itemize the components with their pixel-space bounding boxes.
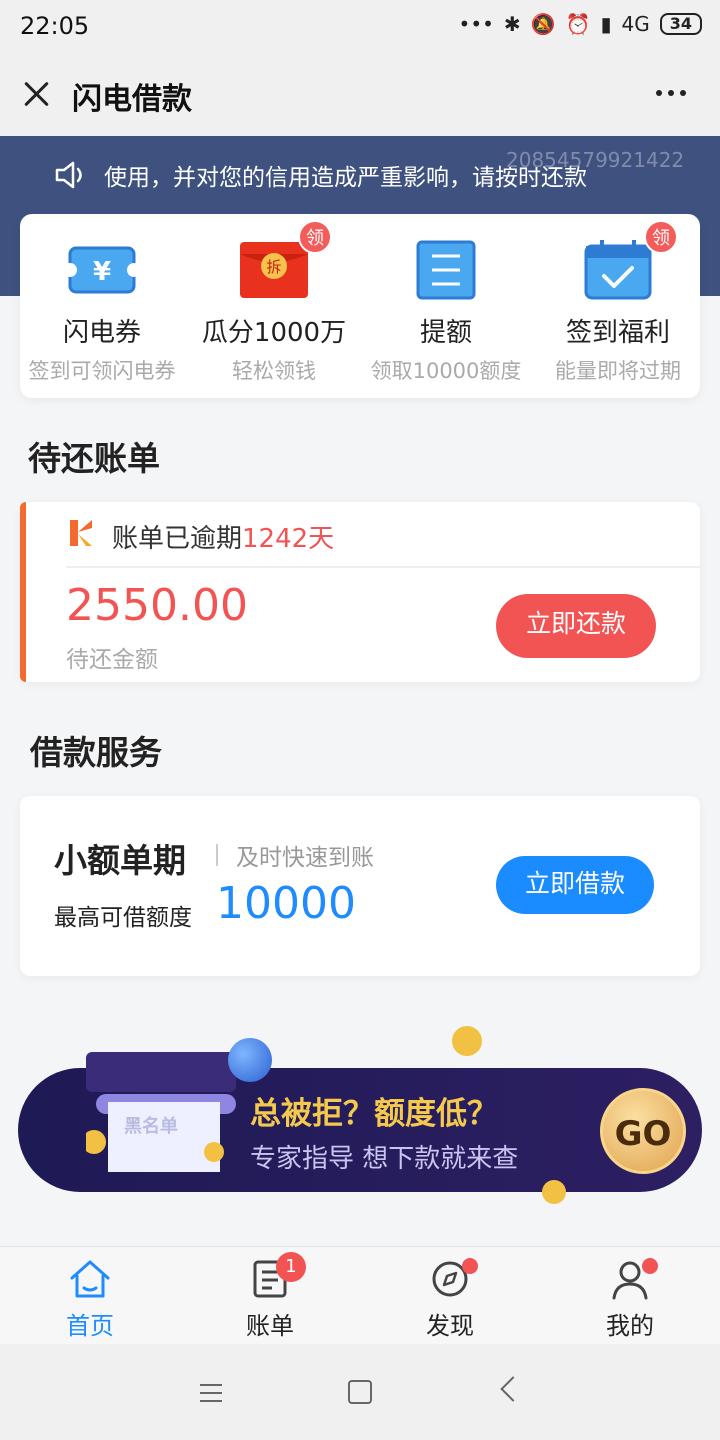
menu-icon[interactable] xyxy=(200,1384,222,1402)
feature-title: 提额 xyxy=(419,318,472,348)
feature-subtitle: 领取10000额度 xyxy=(370,359,522,383)
bill-amount: 2550.00 xyxy=(66,580,248,631)
alarm-icon: ⏰ xyxy=(565,12,591,36)
notification-dot xyxy=(642,1258,658,1274)
feature-red-envelope[interactable]: 拆 领 瓜分1000万 轻松领钱 xyxy=(184,220,364,385)
coin-icon xyxy=(452,1026,482,1056)
page-title: 闪电借款 xyxy=(72,82,192,117)
network-type: 4G xyxy=(621,12,650,36)
borrow-now-button[interactable]: 立即借款 xyxy=(496,856,654,914)
repay-now-button[interactable]: 立即还款 xyxy=(496,594,656,658)
serial-number: 20854579921422 xyxy=(506,148,685,172)
section-heading-bills: 待还账单 xyxy=(28,439,160,478)
svg-text:拆: 拆 xyxy=(266,258,281,276)
close-icon[interactable] xyxy=(20,78,52,110)
loan-limit: 10000 xyxy=(216,878,356,929)
loan-limit-label: 最高可借额度 xyxy=(54,905,192,931)
overdue-days: 1242天 xyxy=(242,524,335,554)
feature-subtitle: 轻松领钱 xyxy=(232,359,316,383)
loan-product: 小额单期 xyxy=(54,841,186,880)
notification-dot xyxy=(462,1258,478,1274)
bill-count-badge: 1 xyxy=(276,1252,306,1282)
feature-subtitle: 能量即将过期 xyxy=(555,359,681,383)
bill-status-text: 账单已逾期 xyxy=(112,524,243,554)
feature-title: 闪电券 xyxy=(62,318,141,348)
document-icon xyxy=(410,240,482,300)
svg-text:¥: ¥ xyxy=(93,257,111,287)
bill-icon: 1 xyxy=(248,1252,306,1300)
claim-badge: 领 xyxy=(644,220,678,254)
feature-title: 瓜分1000万 xyxy=(201,318,347,348)
user-icon xyxy=(608,1258,658,1300)
status-time: 22:05 xyxy=(20,12,90,40)
blacklist-label: 黑名单 xyxy=(124,1116,178,1137)
nav-bills[interactable]: 1 账单 xyxy=(210,1252,330,1341)
divider xyxy=(216,844,218,866)
battery-indicator: 34 xyxy=(659,13,702,35)
bill-amount-label: 待还金额 xyxy=(66,647,158,673)
section-heading-loans: 借款服务 xyxy=(30,733,162,772)
loan-tagline: 及时快速到账 xyxy=(236,845,374,871)
promo-subline: 专家指导 想下款就来查 xyxy=(250,1144,519,1174)
lightning-logo-icon xyxy=(68,518,94,548)
bill-status: 账单已逾期1242天 xyxy=(112,518,334,555)
nav-profile[interactable]: 我的 xyxy=(570,1258,690,1341)
feature-raise-limit[interactable]: 提额 领取10000额度 xyxy=(356,240,536,385)
dots-icon: ••• xyxy=(458,12,494,36)
mute-icon: 🔕 xyxy=(530,12,556,36)
feature-checkin[interactable]: 领 签到福利 能量即将过期 xyxy=(528,220,708,385)
nav-discover[interactable]: 发现 xyxy=(390,1258,510,1341)
nav-label: 发现 xyxy=(426,1312,474,1340)
nav-label: 首页 xyxy=(66,1312,114,1340)
status-icons: ••• ✱ 🔕 ⏰ ▮ 4G 34 xyxy=(459,12,702,36)
signal-icon: ▮ xyxy=(600,12,612,36)
coin-icon xyxy=(542,1180,566,1204)
speaker-icon xyxy=(55,161,82,189)
go-button[interactable]: GO xyxy=(600,1088,686,1174)
bill-divider xyxy=(66,566,700,568)
nav-label: 账单 xyxy=(246,1312,294,1340)
red-envelope-icon: 拆 领 xyxy=(238,220,332,300)
home-square-icon[interactable] xyxy=(348,1380,372,1404)
compass-icon xyxy=(428,1258,478,1300)
nav-home[interactable]: 首页 xyxy=(30,1258,150,1341)
feature-subtitle: 签到可领闪电券 xyxy=(28,359,176,383)
more-icon[interactable] xyxy=(656,90,686,96)
calendar-check-icon: 领 xyxy=(582,220,678,300)
decor-orb xyxy=(228,1038,272,1082)
home-icon xyxy=(68,1258,112,1300)
bill-accent-bar xyxy=(20,502,26,682)
nav-label: 我的 xyxy=(606,1312,654,1340)
feature-title: 签到福利 xyxy=(565,318,670,348)
promo-headline: 总被拒？额度低？ xyxy=(250,1096,498,1132)
bluetooth-icon: ✱ xyxy=(503,12,521,36)
coupon-icon: ¥ xyxy=(63,240,141,300)
claim-badge: 领 xyxy=(298,220,332,254)
feature-coupon[interactable]: ¥ 闪电券 签到可领闪电券 xyxy=(12,240,192,385)
